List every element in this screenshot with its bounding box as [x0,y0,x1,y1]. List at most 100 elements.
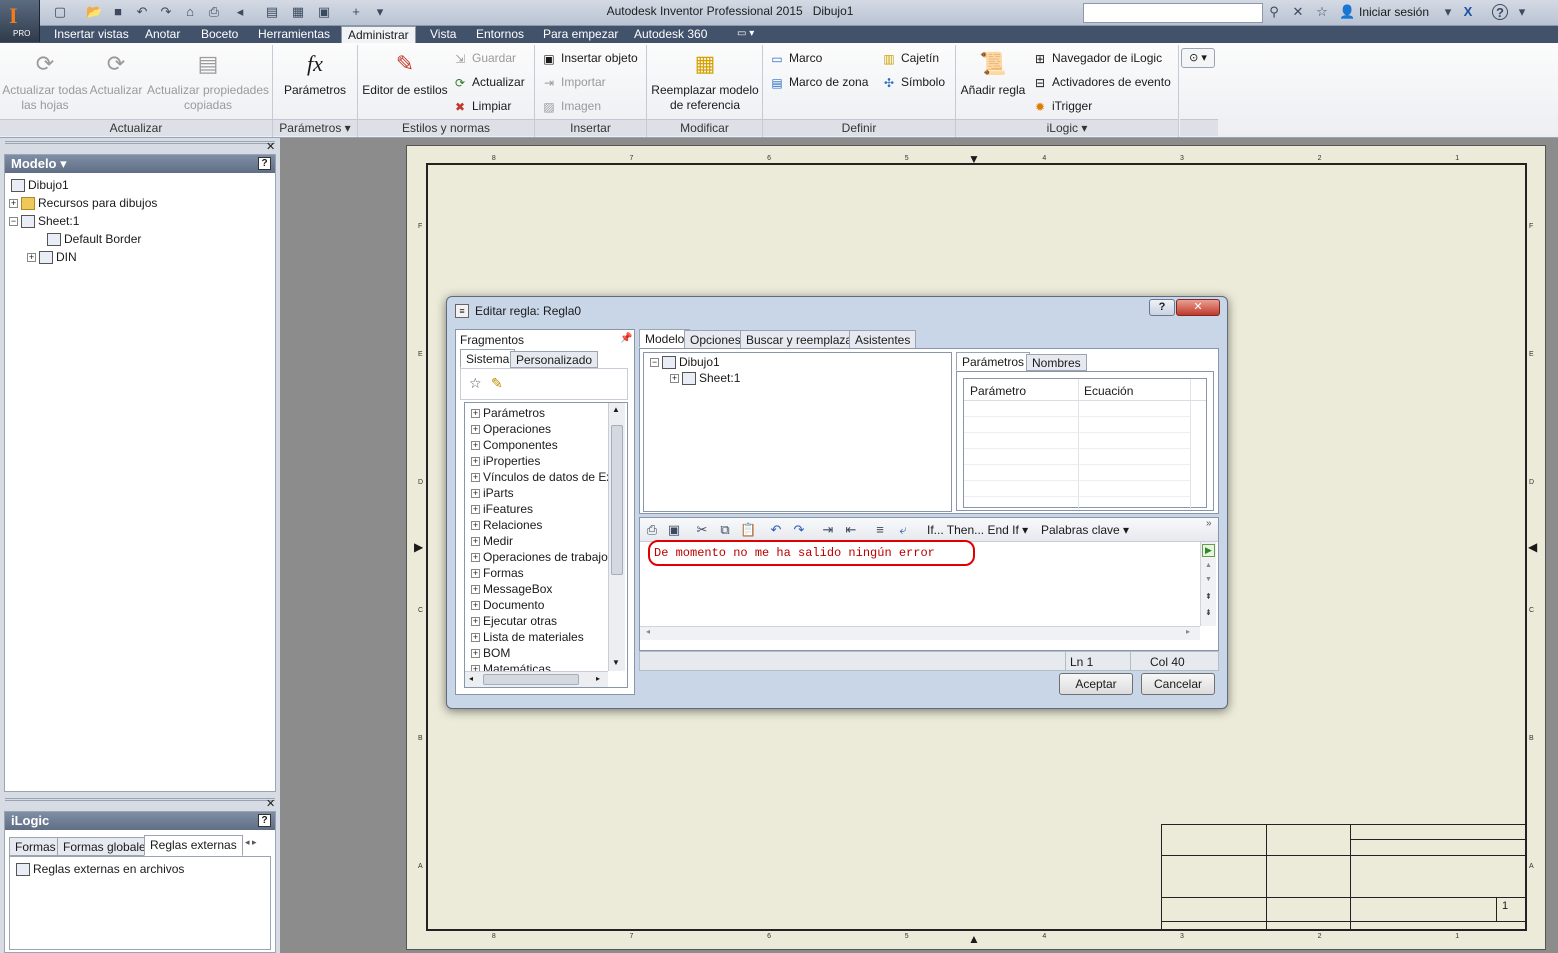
comment-icon[interactable]: ≡ [872,522,888,538]
snippet-category[interactable]: + Relaciones [471,517,542,533]
communication-icon[interactable]: ✕ [1290,4,1306,20]
paste-icon[interactable]: 📋 [740,522,756,538]
expand-icon[interactable]: + [670,374,679,384]
table-row[interactable] [964,417,1190,433]
panel-label-parametros[interactable]: Parámetros ▾ [273,119,357,136]
tab-formas[interactable]: Formas [9,837,62,856]
panel-label-ilogic[interactable]: iLogic ▾ [956,119,1178,136]
tab-entornos[interactable]: Entornos [470,26,530,43]
table-row[interactable] [964,481,1190,497]
border-button[interactable]: ▭ Marco [769,46,822,70]
select-icon[interactable]: ◂ [232,4,248,20]
cut-icon[interactable]: ✂ [694,522,710,538]
scroll-left-icon[interactable]: ◂ [646,627,650,636]
snippet-category[interactable]: + MessageBox [471,581,552,597]
close-button[interactable]: ✕ [1176,299,1220,316]
tab-vista[interactable]: Vista [424,26,462,43]
help-icon[interactable]: ? [258,814,271,827]
collapse-icon[interactable]: − [650,358,659,368]
expand-icon[interactable]: + [471,441,480,451]
insert-object-button[interactable]: ▣ Insertar objeto [541,46,637,70]
redo-icon[interactable]: ↷ [158,4,174,20]
uncomment-icon[interactable]: ⤶ [895,522,911,538]
expand-icon[interactable]: + [471,409,480,419]
table-row[interactable] [964,449,1190,465]
scroll-left-icon[interactable]: ◂ [469,674,473,683]
tab-parametros[interactable]: Parámetros [956,352,1031,371]
expand-icon[interactable]: + [471,633,480,643]
model-browser-header[interactable]: Modelo ▾ [5,155,275,173]
expand-icon[interactable]: + [471,489,480,499]
horizontal-scrollbar[interactable]: ◂ ▸ [465,671,608,687]
scroll-down-icon[interactable]: ▼ [612,658,620,667]
zone-border-button[interactable]: ▤ Marco de zona [769,70,868,94]
update-button[interactable]: ⟳ Actualizar [88,49,144,98]
tab-reglas-externas[interactable]: Reglas externas [144,835,243,856]
pane-grip[interactable] [5,141,275,149]
tab-sistema[interactable]: Sistema [460,349,516,368]
scroll-right-icon[interactable]: ▸ [1186,627,1190,636]
star-icon[interactable]: ☆ [1314,4,1330,20]
scroll-up-icon[interactable]: ▲ [612,405,620,414]
collapse-icon[interactable]: − [9,217,18,227]
home-icon[interactable]: ⌂ [182,4,198,20]
new-snippet-icon[interactable]: ☆ [469,375,482,392]
undo-icon[interactable]: ↶ [134,4,150,20]
editor-horizontal-scrollbar[interactable]: ◂ ▸ [640,626,1200,640]
save-styles-button[interactable]: ⇲ Guardar [452,46,516,70]
update-styles-button[interactable]: ⟳ Actualizar [452,70,525,94]
cancel-button[interactable]: Cancelar [1141,673,1215,695]
tree-item-default-border[interactable]: Default Border [47,230,141,248]
expand-icon[interactable]: + [471,425,480,435]
snippet-category[interactable]: + Documento [471,597,544,613]
update-all-sheets-button[interactable]: ⟳ Actualizar todas las hojas [2,49,88,113]
expand-icon[interactable]: + [471,601,480,611]
tab-administrar[interactable]: Administrar [341,26,416,43]
search-icon[interactable]: ⚲ [1266,4,1282,20]
page-setup-icon[interactable]: ▣ [666,522,682,538]
tab-herramientas[interactable]: Herramientas [252,26,336,43]
chevron-down-icon[interactable]: ▾ [1440,4,1456,20]
appearance-icon[interactable]: ▣ [316,4,332,20]
title-block-button[interactable]: ▥ Cajetín [881,46,939,70]
pane-grip[interactable] [5,798,275,806]
snippet-category[interactable]: + iProperties [471,453,540,469]
ok-button[interactable]: Aceptar [1059,673,1133,695]
tab-opciones[interactable]: Opciones [684,330,747,349]
scroll-up-icon[interactable]: ▲ [1205,562,1212,569]
scrollbar-thumb[interactable] [483,674,579,685]
expand-icon[interactable]: + [9,199,18,209]
add-rule-button[interactable]: 📜 Añadir regla [958,49,1028,98]
expand-icon[interactable]: + [27,253,36,263]
exchange-apps-icon[interactable]: X [1460,4,1476,20]
customize-qat-icon[interactable]: ▾ [372,4,388,20]
expand-icon[interactable]: + [471,553,480,563]
tab-asistentes[interactable]: Asistentes [849,330,917,349]
scroll-top-icon[interactable]: ⇞ [1205,592,1212,601]
expand-icon[interactable]: + [471,649,480,659]
help-dropdown-icon[interactable]: ▾ [1514,4,1530,20]
scroll-down-icon[interactable]: ▼ [1205,576,1212,583]
tab-nombres[interactable]: Nombres [1026,354,1087,371]
update-copied-properties-button[interactable]: ▤ Actualizar propiedades copiadas [146,49,270,113]
print-icon[interactable]: ⎙ [206,4,222,20]
panel-options-icon[interactable]: ▭ ▾ [737,28,754,39]
purge-styles-button[interactable]: ✖ Limpiar [452,94,511,118]
snippet-category[interactable]: + iFeatures [471,501,533,517]
itrigger-button[interactable]: ✹ iTrigger [1032,94,1092,118]
table-row[interactable] [964,401,1190,417]
help-icon[interactable]: ? [258,157,271,170]
snippet-category[interactable]: + Lista de materiales [471,629,584,645]
snippet-category[interactable]: + Formas [471,565,524,581]
tree-item-dibujo1[interactable]: Dibujo1 [11,176,69,194]
image-button[interactable]: ▨ Imagen [541,94,601,118]
expand-icon[interactable]: + [471,585,480,595]
new-file-icon[interactable]: ▢ [52,4,68,20]
code-editor[interactable]: De momento no me ha salido ningún error [640,540,1200,626]
table-row[interactable] [964,433,1190,449]
import-button[interactable]: ⇥ Importar [541,70,606,94]
symbol-button[interactable]: ✣ Símbolo [881,70,945,94]
snippet-category[interactable]: + BOM [471,645,510,661]
tab-para-empezar[interactable]: Para empezar [537,26,624,43]
sign-in-link[interactable]: Iniciar sesión [1359,5,1429,19]
